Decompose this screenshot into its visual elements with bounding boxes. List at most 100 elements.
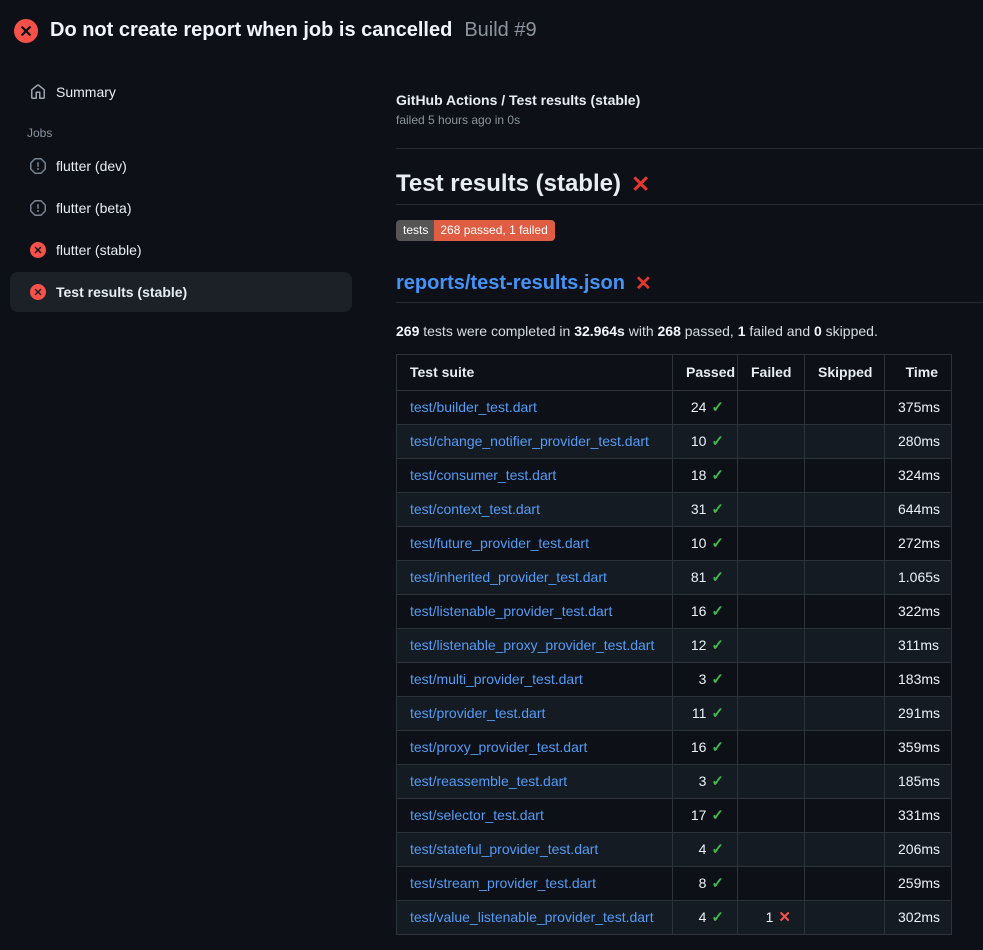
passed-cell: 31✓ (673, 493, 738, 527)
test-suite-link[interactable]: test/listenable_proxy_provider_test.dart (410, 637, 654, 653)
time-cell: 183ms (885, 663, 952, 697)
sidebar-item-flutter-dev[interactable]: flutter (dev) (10, 146, 352, 186)
table-row: test/proxy_provider_test.dart 16✓ 359ms (397, 731, 952, 765)
pass-icon: ✓ (711, 433, 724, 450)
table-row: test/stateful_provider_test.dart4✓206ms (397, 833, 952, 867)
skipped-cell (805, 765, 885, 799)
badge-value: 268 passed, 1 failed (434, 220, 554, 241)
time-cell: 375ms (885, 391, 952, 425)
skipped-cell (805, 901, 885, 935)
test-suite-link[interactable]: test/builder_test.dart (410, 399, 537, 415)
sidebar-item-label: Test results (stable) (56, 284, 187, 300)
passed-cell: 16✓ (673, 595, 738, 629)
test-suite-link[interactable]: test/value_listenable_provider_test.dart (410, 909, 654, 925)
passed-count: 12 (691, 637, 707, 653)
pass-icon: ✓ (711, 603, 724, 620)
results-table-body: test/builder_test.dart24✓375mstest/chang… (397, 391, 952, 935)
test-suite-link[interactable]: test/stateful_provider_test.dart (410, 841, 598, 857)
skipped-cell (805, 663, 885, 697)
table-row: test/listenable_provider_test.dart 16✓ 322… (397, 595, 952, 629)
summary-segment: 32.964s (574, 323, 625, 339)
passed-count: 81 (691, 569, 707, 585)
time-cell: 272ms (885, 527, 952, 561)
jobs-section-label: Jobs (27, 126, 352, 140)
passed-count: 31 (691, 501, 707, 517)
pass-icon: ✓ (711, 569, 724, 586)
skipped-cell (805, 425, 885, 459)
failed-cell: 1✕ (738, 901, 805, 935)
table-row: test/listenable_proxy_provider_test.dart… (397, 629, 952, 663)
passed-cell: 16✓ (673, 731, 738, 765)
skipped-cell (805, 799, 885, 833)
sidebar-item-flutter-stable[interactable]: flutter (stable) (10, 230, 352, 270)
time-cell: 644ms (885, 493, 952, 527)
pass-icon: ✓ (711, 739, 724, 756)
failed-cell (738, 629, 805, 663)
test-suite-link[interactable]: test/listenable_provider_test.dart (410, 603, 612, 619)
failed-cell (738, 867, 805, 901)
test-suite-link[interactable]: test/reassemble_test.dart (410, 773, 567, 789)
passed-count: 4 (699, 841, 707, 857)
test-suite-link[interactable]: test/context_test.dart (410, 501, 540, 517)
passed-count: 3 (699, 773, 707, 789)
test-suite-link[interactable]: test/multi_provider_test.dart (410, 671, 583, 687)
test-suite-link[interactable]: test/stream_provider_test.dart (410, 875, 596, 891)
time-cell: 1.065s (885, 561, 952, 595)
passed-count: 24 (691, 399, 707, 415)
test-suite-link[interactable]: test/inherited_provider_test.dart (410, 569, 607, 585)
summary-segment: passed, (681, 323, 738, 339)
col-header-failed: Failed (738, 355, 805, 391)
divider (396, 148, 983, 149)
summary-segment: 0 (814, 323, 822, 339)
x-circle-icon (30, 242, 46, 258)
test-suite-link[interactable]: test/provider_test.dart (410, 705, 545, 721)
skipped-cell (805, 731, 885, 765)
fail-x-icon: ✕ (635, 271, 652, 296)
passed-cell: 3✓ (673, 765, 738, 799)
time-cell: 322ms (885, 595, 952, 629)
passed-count: 16 (691, 739, 707, 755)
table-row: test/future_provider_test.dart10✓272ms (397, 527, 952, 561)
table-row: test/selector_test.dart17✓331ms (397, 799, 952, 833)
section-heading-text: Test results (stable) (396, 170, 621, 198)
pass-icon: ✓ (711, 773, 724, 790)
table-row: test/inherited_provider_test.dart 81✓ 1.06… (397, 561, 952, 595)
main-content: GitHub Actions / Test results (stable) f… (396, 56, 983, 935)
test-suite-link[interactable]: test/selector_test.dart (410, 807, 544, 823)
table-row: test/builder_test.dart 24✓ 375ms (397, 391, 952, 425)
test-suite-link[interactable]: test/change_notifier_provider_test.dart (410, 433, 649, 449)
skipped-cell (805, 867, 885, 901)
failed-cell (738, 527, 805, 561)
page-title: Do not create report when job is cancell… (50, 19, 452, 42)
test-suite-link[interactable]: test/future_provider_test.dart (410, 535, 589, 551)
check-run-header: Do not create report when job is cancell… (0, 0, 983, 56)
pass-icon: ✓ (711, 637, 724, 654)
summary-segment: 269 (396, 323, 419, 339)
test-suite-link[interactable]: test/proxy_provider_test.dart (410, 739, 587, 755)
failed-cell (738, 595, 805, 629)
pass-icon: ✓ (711, 399, 724, 416)
pass-icon: ✓ (711, 467, 724, 484)
table-row: test/reassemble_test.dart3✓185ms (397, 765, 952, 799)
passed-cell: 81✓ (673, 561, 738, 595)
time-cell: 259ms (885, 867, 952, 901)
passed-cell: 17✓ (673, 799, 738, 833)
sidebar-item-flutter-beta[interactable]: flutter (beta) (10, 188, 352, 228)
time-cell: 206ms (885, 833, 952, 867)
report-heading-link[interactable]: reports/test-results.json (396, 272, 625, 295)
col-header-passed: Passed (673, 355, 738, 391)
passed-count: 4 (699, 909, 707, 925)
time-cell: 280ms (885, 425, 952, 459)
passed-count: 3 (699, 671, 707, 687)
sidebar-item-label: flutter (dev) (56, 158, 127, 174)
run-meta: failed 5 hours ago in 0s (396, 113, 983, 127)
summary-segment: skipped. (822, 323, 878, 339)
stop-icon (30, 158, 46, 174)
table-row: test/context_test.dart 31✓ 644ms (397, 493, 952, 527)
time-cell: 359ms (885, 731, 952, 765)
sidebar-item-test-results-stable[interactable]: Test results (stable) (10, 272, 352, 312)
sidebar-item-summary[interactable]: Summary (10, 72, 352, 112)
pass-icon: ✓ (711, 535, 724, 552)
test-suite-link[interactable]: test/consumer_test.dart (410, 467, 556, 483)
skipped-cell (805, 527, 885, 561)
